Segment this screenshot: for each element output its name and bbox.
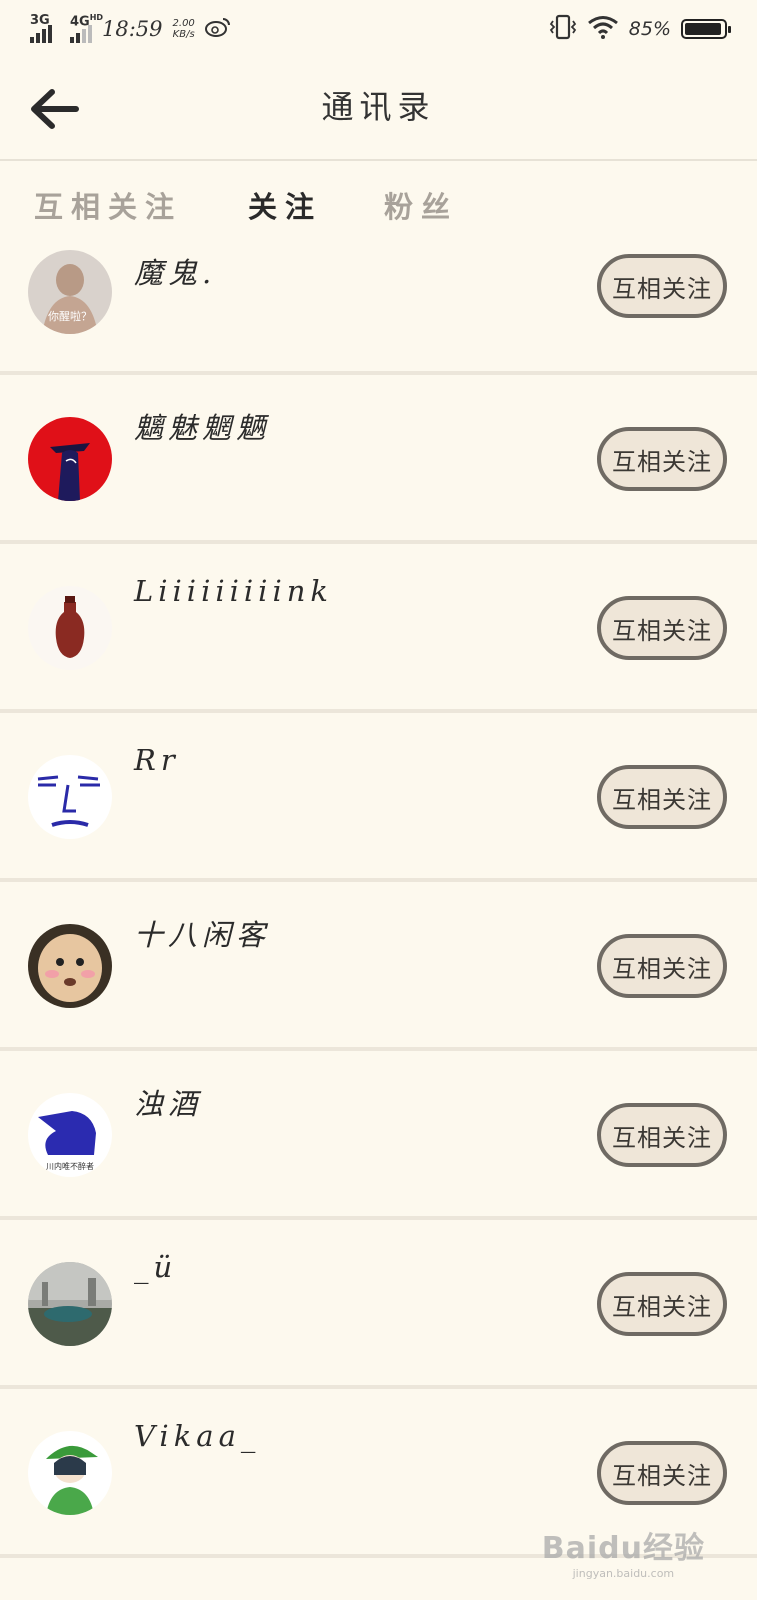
network-speed: 2.00 KB/s — [173, 18, 195, 40]
wifi-icon — [587, 15, 619, 44]
watermark-brand: Baidu经验 — [541, 1531, 705, 1566]
watermark: Baidu经验 jingyan.baidu.com — [542, 1523, 705, 1580]
battery-level-fill — [685, 23, 721, 35]
battery-percent: 85% — [628, 18, 671, 40]
status-bar: 3G 4GHD 18:59 2.00 KB/s 85% — [0, 0, 757, 58]
contact-name: 魔鬼. — [134, 256, 217, 290]
list-item[interactable]: 十八闲客 互相关注 — [0, 882, 757, 1051]
avatar — [28, 1262, 112, 1346]
battery-icon — [681, 19, 731, 39]
avatar — [28, 586, 112, 670]
mutual-follow-button[interactable]: 互相关注 — [597, 1441, 727, 1505]
mutual-follow-button[interactable]: 互相关注 — [597, 1272, 727, 1336]
mutual-follow-button[interactable]: 互相关注 — [597, 934, 727, 998]
contact-name: 魑魅魍魉 — [134, 411, 271, 445]
tab-bar: 互相关注 关注 粉丝 — [0, 172, 757, 242]
list-item[interactable]: 你醒啦？ 魔鬼. 互相关注 — [0, 250, 757, 375]
tab-followers[interactable]: 粉丝 — [384, 184, 458, 226]
avatar — [28, 1431, 112, 1515]
contact-name: Liiiiiiiiink — [134, 574, 333, 608]
network-type-1: 3G — [30, 13, 50, 28]
tab-following[interactable]: 关注 — [248, 184, 322, 226]
network-speed-unit: KB/s — [172, 29, 195, 40]
contact-name: Rr — [134, 743, 180, 777]
mutual-follow-button[interactable]: 互相关注 — [597, 254, 727, 318]
mutual-follow-button[interactable]: 互相关注 — [597, 1103, 727, 1167]
contact-name: 十八闲客 — [134, 918, 271, 952]
list-item[interactable]: 川内唯不醉者 浊酒 互相关注 — [0, 1051, 757, 1220]
contact-name: 浊酒 — [134, 1087, 203, 1121]
list-item[interactable]: 魑魅魍魉 互相关注 — [0, 375, 757, 544]
contact-name: _ü — [134, 1250, 178, 1284]
list-item[interactable]: Rr 互相关注 — [0, 713, 757, 882]
network-speed-value: 2.00 — [172, 18, 195, 29]
avatar — [28, 924, 112, 1008]
watermark-url: jingyan.baidu.com — [572, 1567, 675, 1580]
vibrate-icon — [549, 14, 577, 45]
tab-mutual-follow[interactable]: 互相关注 — [34, 184, 182, 226]
signal-3g-icon: 3G — [30, 13, 52, 43]
avatar — [28, 755, 112, 839]
contact-name: Vikaa_ — [134, 1419, 261, 1453]
list-item[interactable]: Liiiiiiiiink 互相关注 — [0, 544, 757, 713]
avatar: 川内唯不醉者 — [28, 1093, 112, 1177]
avatar-caption: 你醒啦？ — [48, 309, 92, 323]
list-item[interactable]: _ü 互相关注 — [0, 1220, 757, 1389]
weibo-icon — [204, 16, 231, 43]
network-type-2: 4G — [70, 14, 90, 30]
avatar: 你醒啦？ — [28, 250, 112, 334]
contact-list: 你醒啦？ 魔鬼. 互相关注 魑魅魍魉 互相关注 Liiiiiiiiink 互相关… — [0, 250, 757, 1558]
network-type-2-suffix: HD — [89, 13, 104, 22]
mutual-follow-button[interactable]: 互相关注 — [597, 596, 727, 660]
mutual-follow-button[interactable]: 互相关注 — [597, 765, 727, 829]
app-header: 通讯录 — [0, 58, 757, 161]
page-title: 通讯录 — [321, 88, 436, 126]
avatar-caption: 川内唯不醉者 — [46, 1161, 94, 1171]
avatar — [28, 417, 112, 501]
mutual-follow-button[interactable]: 互相关注 — [597, 427, 727, 491]
clock: 18:59 — [102, 17, 163, 41]
signal-4g-icon: 4GHD — [70, 13, 103, 43]
